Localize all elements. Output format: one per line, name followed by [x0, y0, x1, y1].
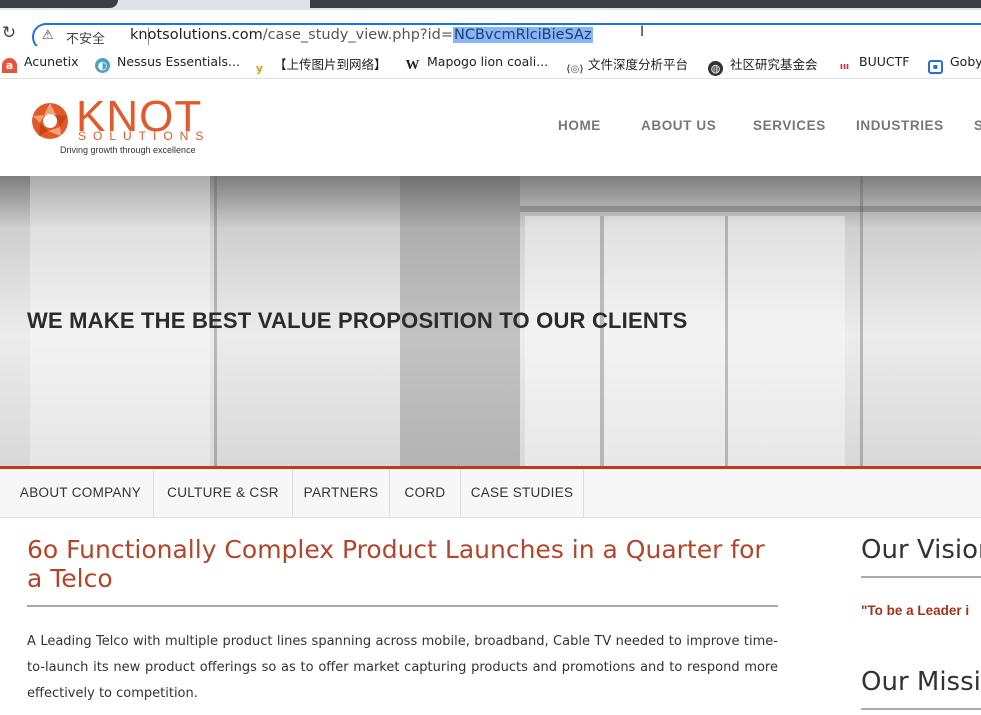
- bookmark-label: 【上传图片到网络】: [274, 57, 387, 72]
- globe-icon: ◍: [708, 61, 723, 76]
- subnav-case-studies[interactable]: CASE STUDIES: [461, 469, 584, 517]
- url-host: knotsolutions.com: [130, 27, 263, 43]
- wikipedia-icon: W: [405, 58, 420, 73]
- browser-toolbar: ↻ ⚠ 不安全 knotsolutions.com/case_study_vie…: [0, 10, 981, 51]
- article-body: A Leading Telco with multiple product li…: [27, 634, 778, 701]
- site-header: KNOT SOLUTIONS Driving growth through ex…: [0, 79, 981, 176]
- vision-quote: "To be a Leader i: [861, 603, 970, 618]
- bookmark-community-research[interactable]: ◍ 社区研究基金会: [708, 54, 818, 76]
- browser-tab-strip: [0, 0, 981, 10]
- reload-icon[interactable]: ↻: [0, 24, 18, 42]
- bookmark-upload-image[interactable]: y 【上传图片到网络】: [252, 54, 387, 76]
- hero-window-frame: [725, 216, 728, 466]
- warning-icon[interactable]: ⚠: [42, 28, 54, 43]
- nav-industries[interactable]: INDUSTRIES: [856, 118, 944, 133]
- knot-logo[interactable]: KNOT SOLUTIONS Driving growth through ex…: [28, 95, 218, 159]
- article-title: 6o Functionally Complex Product Launches…: [27, 535, 765, 593]
- hero-banner: WE MAKE THE BEST VALUE PROPOSITION TO OU…: [0, 176, 981, 466]
- analysis-icon: ⟨◎⟩: [566, 64, 584, 75]
- bookmark-acunetix[interactable]: a Acunetix: [2, 54, 79, 73]
- bookmark-label: 社区研究基金会: [730, 57, 818, 72]
- bookmark-label: Nessus Essentials...: [117, 54, 240, 69]
- url-selected-param: NCBvcmRlciBieSAz: [452, 27, 593, 43]
- url-path: /case_study_view.php?id=: [262, 27, 453, 43]
- nav-home[interactable]: HOME: [558, 118, 601, 133]
- bookmark-file-analysis[interactable]: ⟨◎⟩ 文件深度分析平台: [566, 54, 688, 77]
- bookmark-label: 文件深度分析平台: [588, 57, 689, 72]
- subnav-partners[interactable]: PARTNERS: [293, 469, 390, 517]
- buuctf-icon: ııı: [839, 62, 850, 72]
- nav-services[interactable]: SERVICES: [753, 118, 826, 133]
- vision-heading: Our Vision: [861, 535, 981, 565]
- y-icon: y: [255, 62, 264, 75]
- bookmark-mapogo[interactable]: W Mapogo lion coali...: [405, 54, 549, 73]
- bookmark-label: Acunetix: [24, 54, 79, 69]
- goby-icon: ▪: [928, 60, 943, 74]
- bookmark-nessus[interactable]: ◐ Nessus Essentials...: [95, 54, 240, 73]
- hero-window-panel: [525, 216, 845, 466]
- nav-truncated-item[interactable]: S: [974, 118, 981, 133]
- bookmark-label: BUUCTF: [859, 54, 910, 69]
- hero-title: WE MAKE THE BEST VALUE PROPOSITION TO OU…: [27, 308, 688, 333]
- nessus-icon: ◐: [95, 58, 110, 73]
- vision-divider: [861, 576, 981, 578]
- hero-window-frame: [600, 216, 604, 466]
- bookmark-goby[interactable]: ▪ Goby: [928, 54, 981, 74]
- nav-about-us[interactable]: ABOUT US: [641, 118, 716, 133]
- hero-window-frame: [860, 176, 863, 466]
- mission-divider: [861, 708, 981, 710]
- subnav-bar: ABOUT COMPANY CULTURE & CSR PARTNERS COR…: [0, 469, 981, 518]
- mission-heading: Our Missio: [861, 667, 981, 697]
- knot-logo-mark-icon: [32, 103, 68, 139]
- bookmark-label: Goby: [950, 54, 981, 69]
- browser-tab[interactable]: [310, 0, 981, 8]
- subnav-cord[interactable]: CORD: [390, 469, 461, 517]
- bookmarks-bar: a Acunetix ◐ Nessus Essentials... y 【上传图片到网…: [0, 46, 981, 79]
- hero-ceiling-beam: [520, 206, 981, 212]
- bookmark-buuctf[interactable]: ııı BUUCTF: [837, 54, 910, 75]
- article-divider: [27, 605, 778, 607]
- text-cursor-icon: I: [640, 24, 645, 40]
- browser-tab[interactable]: [0, 0, 118, 8]
- subnav-about-company[interactable]: ABOUT COMPANY: [8, 469, 154, 517]
- logo-tagline: Driving growth through excellence: [60, 145, 196, 155]
- security-label[interactable]: 不安全: [66, 28, 105, 47]
- acunetix-icon: a: [2, 58, 17, 73]
- bookmark-label: Mapogo lion coali...: [427, 54, 549, 69]
- logo-subtitle: SOLUTIONS: [78, 129, 211, 143]
- url-text[interactable]: knotsolutions.com/case_study_view.php?id…: [130, 27, 593, 43]
- subnav-culture-csr[interactable]: CULTURE & CSR: [154, 469, 293, 517]
